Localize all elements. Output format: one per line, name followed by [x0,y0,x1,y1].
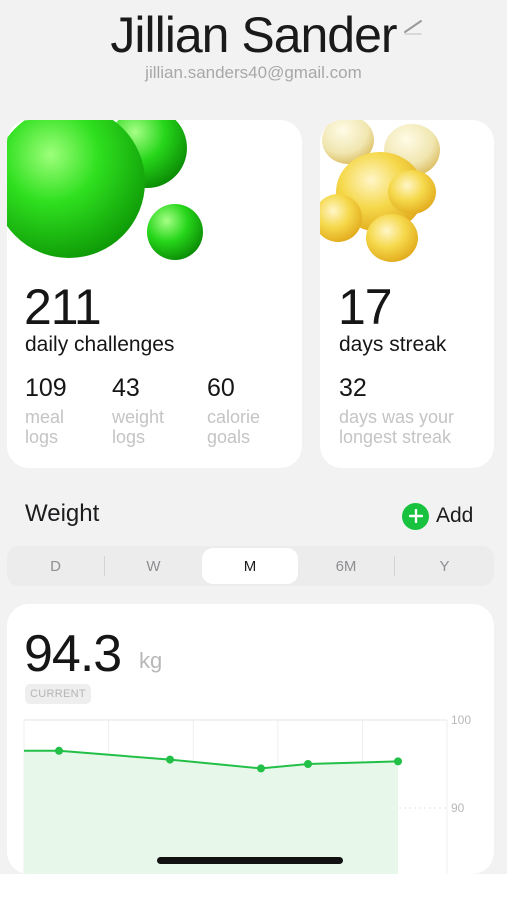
weight-logs-label-line2: logs [112,427,146,447]
home-indicator[interactable] [157,857,343,864]
period-segmented-control[interactable]: D W M 6M Y [7,546,494,586]
period-tab-w[interactable]: W [105,546,202,586]
y-tick-label: 100 [451,713,471,727]
profile-email: jillian.sanders40@gmail.com [145,63,362,82]
meal-logs-label-line1: meal [25,407,65,427]
chart-data-point [257,764,265,773]
streak-count: 17 [338,279,393,335]
challenges-count: 211 [24,279,102,335]
period-tab-6m[interactable]: 6M [298,546,394,586]
bottom-area [0,874,507,900]
weight-area-fill [24,750,398,874]
weight-logs-count: 43 [112,374,140,402]
pencil-icon[interactable] [401,12,427,38]
meal-logs-count: 109 [25,374,67,402]
yellow-shape-image [320,120,440,262]
chart-data-point [166,755,174,764]
chart-data-point [394,757,402,766]
calorie-goals-label-line2: goals [207,427,251,447]
challenges-card[interactable]: 211 daily challenges 109 meal logs 43 we… [7,120,302,468]
streak-label: days streak [339,333,447,356]
weight-logs-label: weight logs [112,407,164,447]
profile-name: Jillian Sander [110,7,397,63]
period-tab-y[interactable]: Y [395,546,494,586]
weight-chart-card: 94.3 kg CURRENT 100 90 [7,604,494,874]
longest-streak-label-line1: days was your [339,407,455,427]
add-label: Add [436,504,474,527]
add-weight-button[interactable]: Add [402,502,473,530]
meal-logs-label-line2: logs [25,427,59,447]
chart-data-point [55,746,63,755]
period-tab-m[interactable]: M [202,548,298,584]
streak-card[interactable]: 17 days streak 32 days was your longest … [320,120,494,468]
meal-logs-label: meal logs [25,407,64,447]
calorie-goals-count: 60 [207,374,235,402]
longest-streak-count: 32 [339,374,367,402]
calorie-goals-label-line1: calorie [207,407,261,427]
period-tab-d[interactable]: D [7,546,104,586]
weight-section-title: Weight [25,500,100,527]
challenges-label: daily challenges [25,333,175,356]
longest-streak-label: days was your longest streak [339,407,454,447]
chart-data-point [304,760,312,768]
y-tick-label: 90 [451,801,465,815]
weight-logs-label-line1: weight [112,407,165,427]
weight-line-chart: 100 90 [23,713,471,874]
calorie-goals-label: calorie goals [207,407,260,447]
plus-icon [402,502,429,530]
longest-streak-label-line2: longest streak [339,427,452,447]
green-spheres-image [7,120,203,260]
